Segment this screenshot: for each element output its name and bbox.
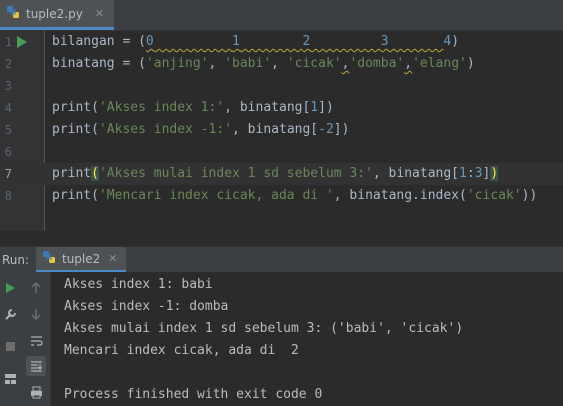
line-number: 3 (4, 79, 12, 93)
run-tab-label: tuple2 (62, 251, 101, 266)
console-output[interactable]: Akses index 1: babi Akses index -1: domb… (51, 272, 563, 406)
line-number: 2 (4, 57, 12, 71)
arrow-up-icon[interactable] (26, 278, 46, 298)
close-icon[interactable]: ✕ (95, 7, 104, 20)
run-toolbar (0, 272, 50, 406)
editor-bottom-area (0, 231, 563, 246)
code-line-7[interactable]: 7 print('Akses mulai index 1 sd sebelum … (0, 163, 563, 185)
line-number: 8 (4, 189, 12, 203)
code-line-4[interactable]: 4 print('Akses index 1:', binatang[1]) (0, 97, 563, 119)
console-line: Process finished with exit code 0 (64, 387, 323, 402)
line-number: 6 (4, 145, 12, 159)
line-number: 1 (4, 35, 12, 49)
console-line: Mencari index cicak, ada di 2 (64, 343, 299, 358)
code-line-2[interactable]: 2 binatang = ('anjing', 'babi', 'cicak',… (0, 53, 563, 75)
code-line-8[interactable]: 8 print('Mencari index cicak, ada di ', … (0, 185, 563, 207)
line-number: 4 (4, 101, 12, 115)
console-line: Akses index -1: domba (64, 299, 229, 314)
code-line-3[interactable]: 3 (0, 75, 563, 97)
line-number: 5 (4, 123, 12, 137)
line-number: 7 (4, 167, 12, 181)
python-run-icon (42, 250, 56, 267)
tab-tuple2-py[interactable]: tuple2.py ✕ (0, 0, 115, 30)
tab-filename: tuple2.py (26, 6, 83, 21)
code-text: bilangan = (0 1 2 3 4) (52, 34, 460, 49)
code-text: binatang = ('anjing', 'babi', 'cicak','d… (52, 56, 475, 71)
soft-wrap-icon[interactable] (26, 330, 46, 350)
code-text: print('Akses mulai index 1 sd sebelum 3:… (52, 166, 499, 181)
run-gutter-icon[interactable] (17, 36, 27, 48)
editor-tab-bar: tuple2.py ✕ (0, 0, 563, 31)
code-text: print('Akses index 1:', binatang[1]) (52, 100, 334, 115)
code-line-5[interactable]: 5 print('Akses index -1:', binatang[-2]) (0, 119, 563, 141)
stop-icon[interactable] (0, 336, 20, 356)
python-file-icon (6, 5, 20, 22)
rerun-icon[interactable] (0, 278, 20, 298)
wrench-icon[interactable] (0, 304, 20, 324)
scroll-to-end-icon[interactable] (26, 356, 46, 376)
console-line: Akses mulai index 1 sd sebelum 3: ('babi… (64, 321, 464, 336)
code-text: print('Mencari index cicak, ada di ', bi… (52, 188, 538, 203)
layout-icon[interactable] (0, 368, 20, 388)
arrow-down-icon[interactable] (26, 304, 46, 324)
code-line-1[interactable]: 1 bilangan = (0 1 2 3 4) (0, 31, 563, 53)
run-tab-tuple2[interactable]: tuple2 ✕ (36, 247, 126, 273)
close-icon[interactable]: ✕ (108, 252, 117, 265)
code-line-6[interactable]: 6 (0, 141, 563, 163)
code-text: print('Akses index -1:', binatang[-2]) (52, 122, 350, 137)
console-line: Akses index 1: babi (64, 277, 213, 292)
print-icon[interactable] (26, 382, 46, 402)
run-panel-header: Run: tuple2 ✕ (0, 246, 563, 274)
run-label: Run: (2, 253, 30, 267)
code-editor[interactable]: 1 bilangan = (0 1 2 3 4) 2 binatang = ('… (0, 31, 563, 231)
